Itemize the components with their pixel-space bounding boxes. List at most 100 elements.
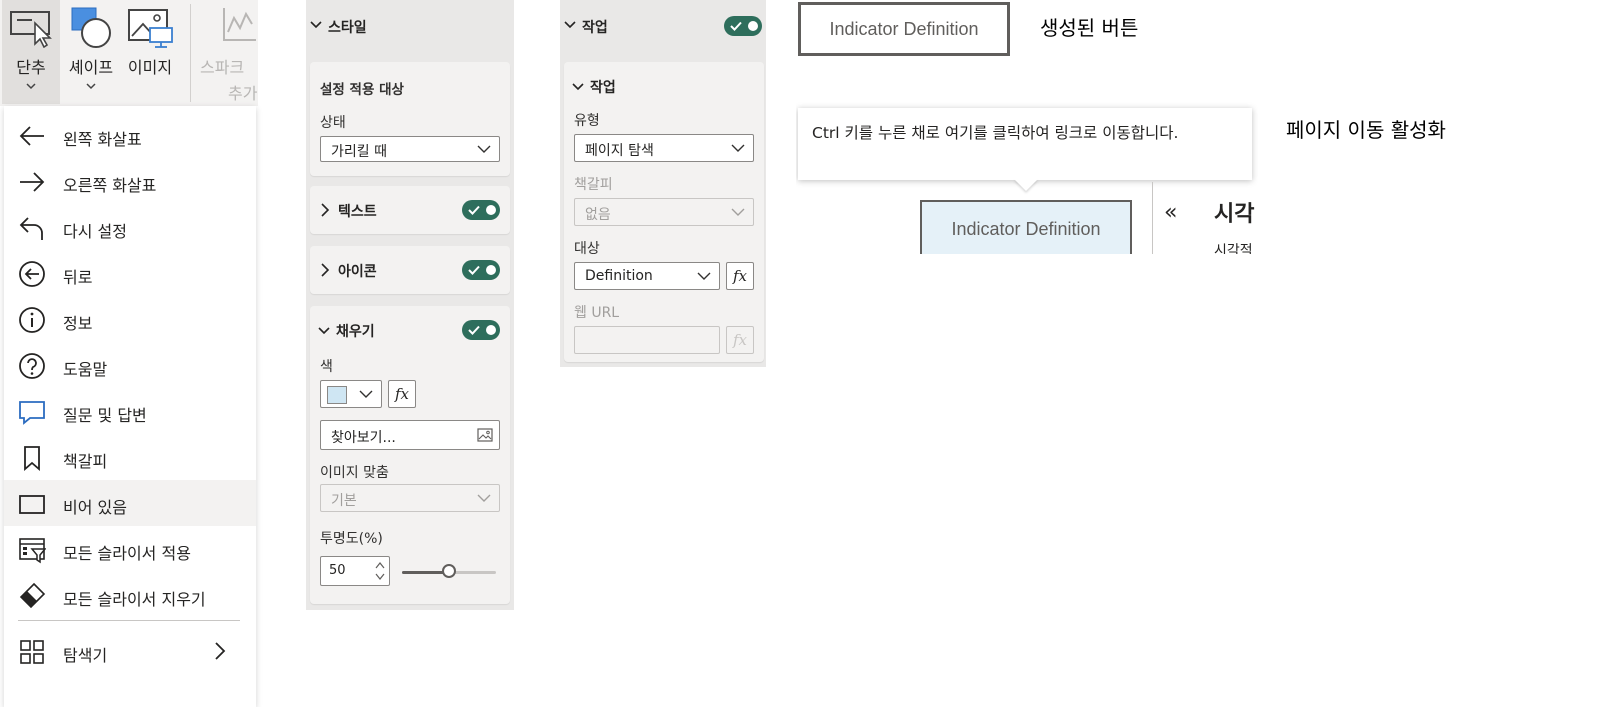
info-icon (18, 306, 46, 334)
type-select[interactable]: 페이지 탐색 (574, 134, 754, 162)
arrow-right-icon (18, 168, 46, 196)
fill-section-label[interactable]: 채우기 (336, 321, 375, 341)
chevron-down-icon (85, 82, 97, 90)
action-toggle[interactable] (724, 16, 762, 36)
chevron-down-icon (477, 494, 491, 503)
web-url-input[interactable] (574, 326, 720, 354)
chevron-down-icon (25, 82, 37, 90)
state-label: 상태 (320, 115, 346, 131)
action-section-label[interactable]: 작업 (590, 77, 616, 97)
arrow-left-icon (18, 122, 46, 150)
text-card[interactable]: 텍스트 (310, 186, 510, 234)
menu-item-right-arrow[interactable]: 오른쪽 화살표 (4, 158, 256, 204)
tooltip-text: Ctrl 키를 누른 채로 여기를 클릭하여 링크로 이동합니다. (812, 124, 1179, 142)
text-toggle[interactable] (462, 200, 500, 220)
chevron-down-icon (477, 145, 491, 154)
spinner-icon[interactable] (375, 560, 385, 582)
menu-item-navigator[interactable]: 탐색기 (4, 628, 256, 674)
back-circle-icon (18, 260, 46, 288)
help-icon (18, 352, 46, 380)
menu-item-label: 다시 설정 (63, 222, 127, 241)
destination-fx-button[interactable]: fx (726, 262, 754, 290)
style-header[interactable]: 스타일 (328, 17, 367, 37)
indicator-definition-button-hover[interactable]: Indicator Definition (920, 200, 1132, 254)
chevron-down-icon (697, 272, 711, 281)
chevron-down-icon (731, 208, 745, 217)
image-fit-label: 이미지 맞춤 (320, 465, 389, 481)
color-picker[interactable] (320, 380, 382, 408)
pane-divider (1152, 182, 1153, 254)
menu-item-back[interactable]: 뒤로 (4, 250, 256, 296)
menu-item-clear-slicers[interactable]: 모든 슬라이서 지우기 (4, 572, 256, 618)
image-icon (126, 4, 174, 50)
menu-item-label: 오른쪽 화살표 (63, 176, 157, 195)
ribbon-sparkline-label-2: 추가 (228, 84, 258, 103)
image-icon (477, 428, 493, 442)
transparency-input[interactable]: 50 (320, 556, 390, 586)
menu-item-apply-slicers[interactable]: 모든 슬라이서 적용 (4, 526, 256, 572)
web-url-fx-button[interactable]: fx (726, 326, 754, 354)
icon-card[interactable]: 아이콘 (310, 246, 510, 294)
ribbon-shape-button[interactable]: 셰이프 (62, 0, 120, 104)
menu-item-reset[interactable]: 다시 설정 (4, 204, 256, 250)
action-header[interactable]: 작업 (582, 17, 608, 37)
double-chevron-left-icon[interactable]: « (1164, 200, 1177, 225)
bookmark-select[interactable]: 없음 (574, 198, 754, 226)
menu-item-help[interactable]: 도움말 (4, 342, 256, 388)
destination-select[interactable]: Definition (574, 262, 720, 290)
ribbon: 단추 셰이프 이미지 스파크 추가 (0, 0, 258, 106)
ribbon-shape-label: 셰이프 (68, 58, 114, 77)
menu-item-label: 모든 슬라이서 적용 (63, 544, 191, 563)
ribbon-sparkline-label: 스파크 (200, 58, 245, 77)
toggle-knob (486, 265, 496, 275)
menu-item-label: 도움말 (63, 360, 108, 379)
check-icon (468, 325, 480, 335)
icon-toggle[interactable] (462, 260, 500, 280)
chevron-down-icon (359, 390, 373, 399)
toggle-knob (486, 205, 496, 215)
indicator-definition-button[interactable]: Indicator Definition (798, 2, 1010, 56)
fill-toggle[interactable] (462, 320, 500, 340)
transparency-value: 50 (329, 563, 346, 578)
state-value: 가리킬 때 (331, 144, 387, 160)
menu-item-label: 책갈피 (63, 452, 108, 471)
image-fit-select[interactable]: 기본 (320, 484, 500, 512)
chevron-down-icon[interactable] (318, 326, 330, 336)
browse-image-field[interactable]: 찾아보기... (320, 420, 500, 450)
reset-icon (18, 214, 46, 242)
apply-to-label: 설정 적용 대상 (320, 82, 404, 98)
ribbon-button-button[interactable]: 단추 (2, 0, 60, 104)
action-panel: 작업 작업 유형 페이지 탐색 책갈피 없음 대상 Definition fx … (560, 0, 766, 367)
menu-item-label: 모든 슬라이서 지우기 (63, 590, 206, 609)
chevron-right-icon (320, 263, 330, 277)
grid-icon (18, 638, 46, 666)
bookmark-icon (18, 444, 46, 472)
slider-thumb[interactable] (442, 564, 456, 578)
menu-item-left-arrow[interactable]: 왼쪽 화살표 (4, 112, 256, 158)
chevron-down-icon[interactable] (310, 20, 322, 30)
button-icon (8, 4, 54, 48)
chevron-down-icon[interactable] (564, 20, 576, 30)
menu-item-bookmark[interactable]: 책갈피 (4, 434, 256, 480)
menu-item-label: 비어 있음 (63, 498, 127, 517)
menu-item-label: 정보 (63, 314, 93, 333)
chevron-down-icon[interactable] (572, 82, 584, 92)
menu-item-blank[interactable]: 비어 있음 (4, 480, 256, 526)
menu-item-label: 질문 및 답변 (63, 406, 147, 425)
type-label: 유형 (574, 113, 600, 129)
button-type-menu: 왼쪽 화살표 오른쪽 화살표 다시 설정 뒤로 정보 도움말 질문 및 답변 책… (4, 106, 256, 707)
color-fx-button[interactable]: fx (388, 380, 416, 408)
menu-item-info[interactable]: 정보 (4, 296, 256, 342)
menu-item-label: 왼쪽 화살표 (63, 130, 142, 149)
page-navigation-caption: 페이지 이동 활성화 (1286, 118, 1446, 142)
browse-value: 찾아보기... (331, 430, 396, 446)
transparency-label: 투명도(%) (320, 531, 383, 547)
ribbon-image-button[interactable]: 이미지 (120, 0, 180, 104)
transparency-slider[interactable] (402, 564, 496, 578)
ctrl-click-tooltip: Ctrl 키를 누른 채로 여기를 클릭하여 링크로 이동합니다. (798, 108, 1252, 180)
image-fit-value: 기본 (331, 493, 357, 509)
web-url-label: 웹 URL (574, 305, 620, 321)
menu-item-qna[interactable]: 질문 및 답변 (4, 388, 256, 434)
ribbon-sparkline-button[interactable]: 스파크 추가 (200, 0, 258, 104)
state-select[interactable]: 가리킬 때 (320, 136, 500, 162)
